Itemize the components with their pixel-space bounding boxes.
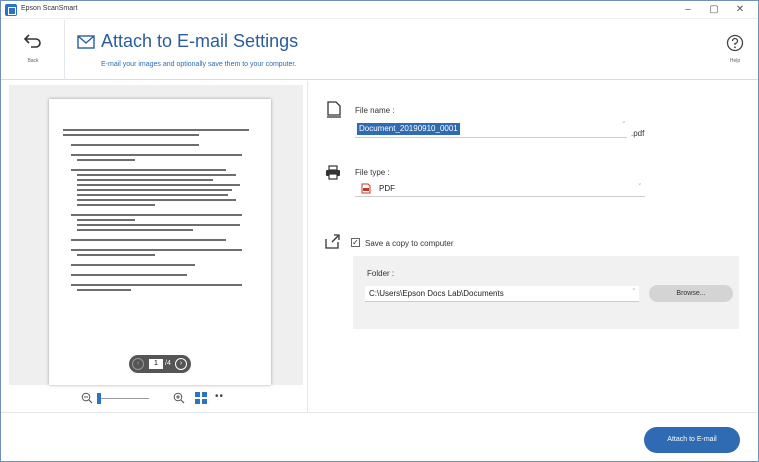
- folder-value: C:\Users\Epson Docs Lab\Documents: [369, 289, 504, 298]
- folder-select[interactable]: C:\Users\Epson Docs Lab\Documents ˇ: [365, 286, 639, 302]
- file-type-dropdown-icon: ˇ: [638, 184, 641, 191]
- zoom-out-icon[interactable]: [81, 392, 93, 404]
- back-button[interactable]: Back: [1, 20, 65, 80]
- document-icon: [327, 101, 341, 118]
- file-name-dropdown-icon[interactable]: ˇ: [623, 122, 625, 129]
- file-extension: .pdf: [631, 129, 645, 138]
- save-copy-label: Save a copy to computer: [365, 239, 454, 248]
- save-copy-checkbox[interactable]: ✓: [351, 238, 360, 247]
- file-type-select[interactable]: PDF ˇ: [355, 181, 645, 197]
- current-page-field[interactable]: 1: [149, 359, 163, 369]
- zoom-slider-track[interactable]: [97, 398, 149, 399]
- settings-pane: File name : Document_20190910_0001 ˇ .pd…: [309, 81, 758, 412]
- app-window: Epson ScanSmart – ▢ ✕ Back Attach to E-m…: [0, 0, 759, 462]
- attach-to-email-button[interactable]: Attach to E-mail: [644, 427, 740, 453]
- preview-pane: ‹ 1 /4 › ••: [1, 81, 308, 412]
- zoom-slider-thumb[interactable]: [97, 393, 101, 404]
- file-type-label: File type :: [355, 168, 390, 177]
- title-bar: Epson ScanSmart – ▢ ✕: [1, 1, 758, 19]
- pdf-file-icon: [361, 183, 371, 194]
- page-title: Attach to E-mail Settings: [101, 31, 299, 51]
- file-name-input[interactable]: Document_20190910_0001 ˇ: [355, 120, 627, 138]
- scanned-page-thumbnail[interactable]: ‹ 1 /4 ›: [49, 99, 271, 385]
- app-title: Epson ScanSmart: [21, 5, 78, 12]
- next-page-button[interactable]: ›: [175, 358, 187, 370]
- save-to-computer-icon: [325, 234, 340, 249]
- preview-area: ‹ 1 /4 ›: [9, 85, 303, 385]
- help-icon: [726, 34, 744, 52]
- scanned-document-text: [63, 129, 257, 294]
- page-subtitle: E-mail your images and optionally save t…: [101, 61, 297, 68]
- file-name-label: File name :: [355, 106, 395, 115]
- help-label: Help: [729, 58, 741, 64]
- file-type-value: PDF: [379, 184, 395, 193]
- app-logo-icon: [5, 4, 17, 16]
- zoom-in-icon[interactable]: [173, 392, 185, 404]
- file-name-value: Document_20190910_0001: [357, 123, 460, 135]
- header: Back Attach to E-mail Settings E-mail yo…: [1, 20, 758, 80]
- more-options-icon[interactable]: ••: [215, 391, 224, 402]
- mail-icon: [77, 35, 95, 49]
- printer-icon: [326, 165, 340, 180]
- back-arrow-icon: [23, 34, 41, 48]
- folder-panel: Folder : C:\Users\Epson Docs Lab\Documen…: [353, 256, 739, 329]
- minimize-button[interactable]: –: [677, 2, 699, 18]
- page-navigator: ‹ 1 /4 ›: [129, 355, 191, 373]
- footer: Attach to E-mail: [1, 412, 758, 461]
- folder-label: Folder :: [367, 269, 395, 278]
- zoom-toolbar: ••: [1, 387, 308, 411]
- page-total: /4: [165, 360, 171, 367]
- thumbnail-view-icon[interactable]: [195, 392, 207, 404]
- previous-page-button[interactable]: ‹: [132, 358, 144, 370]
- back-label: Back: [27, 58, 39, 64]
- close-button[interactable]: ✕: [729, 2, 751, 18]
- folder-dropdown-icon: ˇ: [632, 289, 635, 296]
- browse-button[interactable]: Browse...: [649, 285, 733, 302]
- maximize-button[interactable]: ▢: [703, 2, 725, 18]
- help-button[interactable]: Help: [712, 20, 758, 80]
